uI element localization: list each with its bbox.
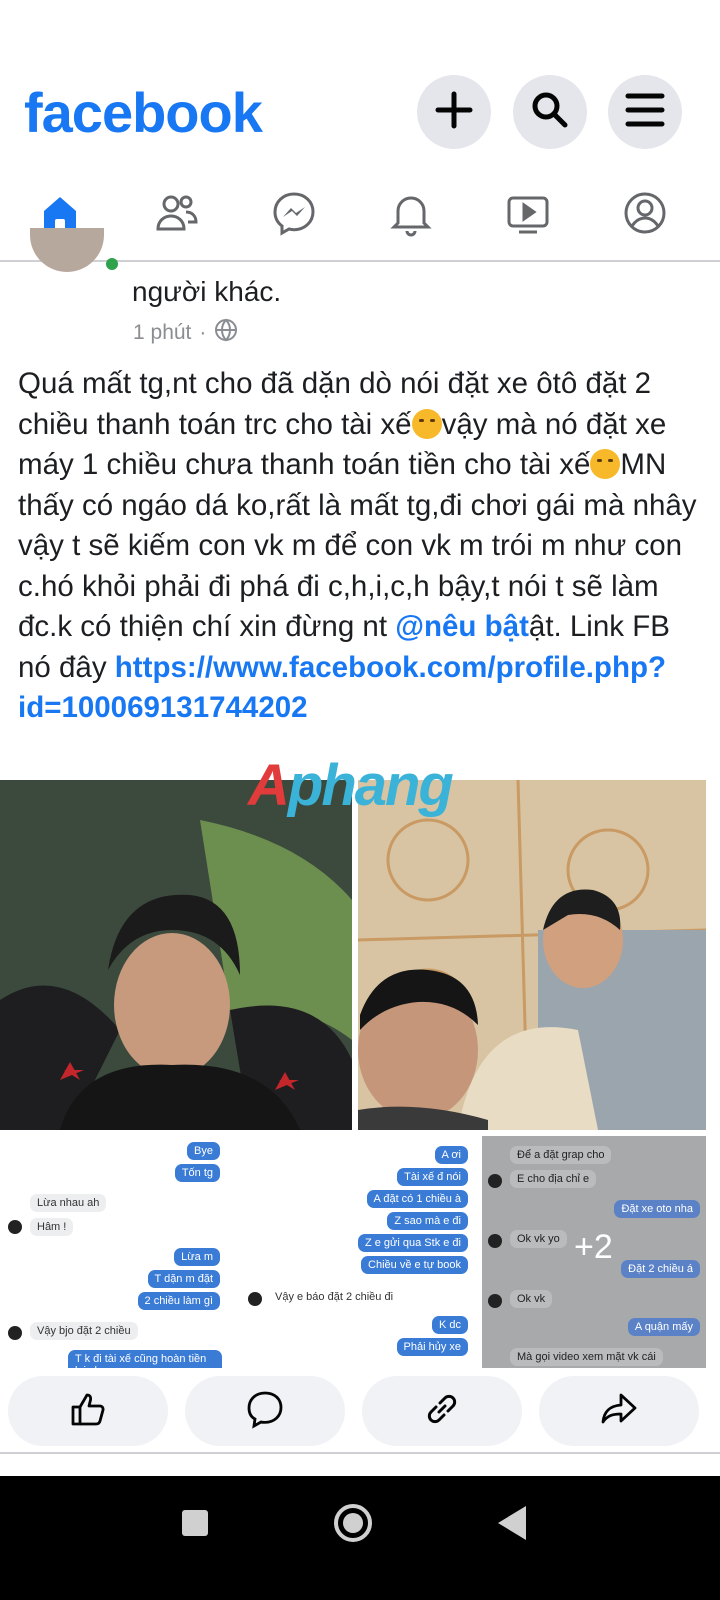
share-icon xyxy=(599,1389,639,1434)
watermark-letter: A xyxy=(248,753,290,818)
chat-bubble: Bye xyxy=(187,1142,220,1160)
chat-screenshot-3[interactable]: Để a đặt grap cho E cho địa chỉ e Đặt xe… xyxy=(482,1136,706,1370)
search-icon xyxy=(530,90,570,135)
feed-separator xyxy=(0,1454,720,1474)
post-timestamp-row: 1 phút · xyxy=(133,318,238,348)
chat-bubble: Lừa m xyxy=(174,1248,220,1266)
post-time[interactable]: 1 phút xyxy=(133,321,191,345)
chat-avatar xyxy=(488,1174,502,1188)
photo-man-in-car[interactable] xyxy=(0,780,352,1130)
chat-bubble: Vậy bjo đặt 2 chiều xyxy=(30,1322,138,1340)
chat-bubble: K dc xyxy=(431,1316,468,1334)
chat-bubble: Mà gọi video xem mặt vk cái xyxy=(510,1348,663,1366)
chat-avatar xyxy=(8,1220,22,1234)
comment-button[interactable] xyxy=(185,1376,345,1446)
share-link-button[interactable] xyxy=(362,1376,522,1446)
mention-link[interactable]: @nêu bật xyxy=(395,610,529,643)
chat-bubble: E cho địa chỉ e xyxy=(510,1170,597,1188)
chat-bubble: Đặt xe oto nha xyxy=(614,1200,700,1218)
tab-friends[interactable] xyxy=(117,175,237,255)
recent-apps-icon[interactable] xyxy=(180,1508,210,1543)
tab-notifications[interactable] xyxy=(351,175,471,255)
chat-bubble: T dặn m đặt xyxy=(147,1270,220,1288)
status-bar xyxy=(0,0,720,60)
chat-avatar xyxy=(248,1292,262,1306)
online-status-dot xyxy=(106,258,118,270)
unamused-face-icon xyxy=(411,408,442,439)
chat-avatar xyxy=(488,1294,502,1308)
friends-icon xyxy=(153,189,201,242)
android-nav-bar xyxy=(0,1476,720,1600)
worried-face-icon xyxy=(590,449,621,479)
nav-tabs xyxy=(0,175,720,262)
create-button[interactable] xyxy=(417,75,491,149)
like-button[interactable] xyxy=(8,1376,168,1446)
watch-icon xyxy=(504,189,552,242)
chat-avatar xyxy=(488,1234,502,1248)
chat-bubble: Tốn tg xyxy=(174,1164,220,1182)
tab-watch[interactable] xyxy=(468,175,588,255)
share-button[interactable] xyxy=(539,1376,699,1446)
menu-button[interactable] xyxy=(608,75,682,149)
hamburger-menu-icon xyxy=(625,92,665,133)
chat-bubble: Ok vk yo xyxy=(510,1230,567,1248)
chat-bubble: A ơi xyxy=(434,1146,468,1164)
chat-bubble: Ok vk xyxy=(510,1290,553,1308)
plus-icon xyxy=(435,91,473,134)
chat-bubble: Z e gửi qua Stk e đi xyxy=(357,1234,468,1252)
notifications-icon xyxy=(387,189,435,242)
chat-screenshot-1[interactable]: Bye Tốn tg Lừa nhau ah Hâm ! Lừa m T dặn… xyxy=(0,1136,238,1370)
app-header: facebook xyxy=(0,60,720,170)
chat-bubble: Chiều về e tự book xyxy=(361,1256,468,1274)
chat-bubble: T k đi tài xế cũng hoàn tiền lại cho m xyxy=(68,1350,222,1370)
post-header-subtitle: người khác. xyxy=(132,276,282,307)
tab-messenger[interactable] xyxy=(234,175,354,255)
separator-dot: · xyxy=(199,321,207,344)
chat-bubble: A đặt có 1 chiều à xyxy=(366,1190,468,1208)
post-photo-grid: Bye Tốn tg Lừa nhau ah Hâm ! Lừa m T dặn… xyxy=(0,780,720,1370)
chat-avatar xyxy=(8,1326,22,1340)
chat-bubble: Đặt 2 chiều á xyxy=(621,1260,700,1278)
chat-bubble: Hâm ! xyxy=(30,1218,74,1236)
chat-bubble: Lừa nhau ah xyxy=(30,1194,107,1212)
share-link-icon xyxy=(422,1389,462,1434)
watermark-logo: Aphang xyxy=(248,752,454,819)
chat-bubble: 2 chiều làm gì xyxy=(137,1292,220,1310)
chat-screenshot-2[interactable]: A ơi Tài xế đ nói A đặt có 1 chiều à Z s… xyxy=(242,1136,478,1370)
search-button[interactable] xyxy=(513,75,587,149)
tab-profile[interactable] xyxy=(585,175,705,255)
profile-icon xyxy=(621,189,669,242)
like-icon xyxy=(68,1389,108,1434)
chat-bubble: Để a đặt grap cho xyxy=(510,1146,612,1164)
chat-bubble: A quận mấy xyxy=(627,1318,700,1336)
profile-url-link[interactable]: https://www.facebook.com/profile.php?id=… xyxy=(18,651,666,725)
comment-icon xyxy=(245,1389,285,1434)
photo-man-and-child[interactable] xyxy=(358,780,706,1130)
poster-avatar[interactable] xyxy=(30,228,104,272)
post-action-bar xyxy=(0,1368,720,1454)
home-button-icon[interactable] xyxy=(333,1503,373,1548)
globe-icon xyxy=(214,318,238,348)
facebook-logo[interactable]: facebook xyxy=(24,80,263,145)
more-photos-count[interactable]: +2 xyxy=(574,1228,613,1267)
chat-bubble: Z sao mà e đi xyxy=(387,1212,468,1230)
chat-bubble: Vậy e báo đặt 2 chiều đi xyxy=(268,1288,401,1306)
back-icon[interactable] xyxy=(496,1504,528,1547)
messenger-icon xyxy=(270,189,318,242)
chat-bubble: Tài xế đ nói xyxy=(397,1168,468,1186)
chat-bubble: Phải hủy xe xyxy=(396,1338,468,1356)
post-body: Quá mất tg,nt cho đã dặn dò nói đặt xe ô… xyxy=(18,364,708,729)
watermark-word: phang xyxy=(287,753,454,818)
